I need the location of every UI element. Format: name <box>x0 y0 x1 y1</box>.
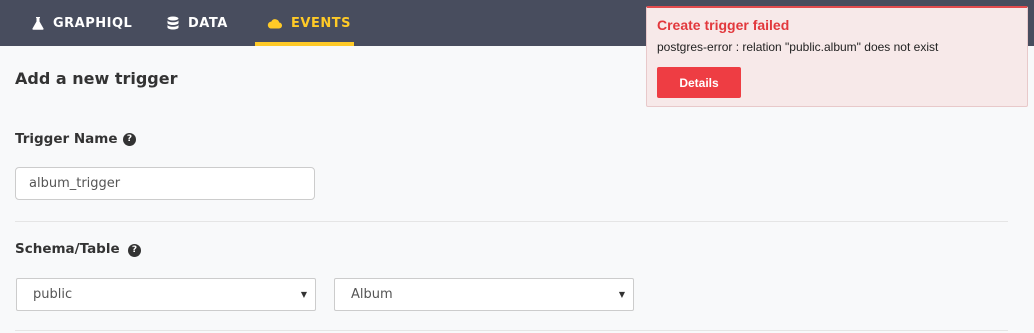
nav-tab-label: DATA <box>188 15 228 31</box>
nav-tab-events[interactable]: EVENTS <box>267 0 351 46</box>
nav-tab-label: GRAPHIQL <box>53 15 133 31</box>
page-title: Add a new trigger <box>15 69 178 88</box>
schema-select[interactable]: public ▼ <box>16 278 316 311</box>
section-divider <box>15 330 1008 331</box>
help-icon[interactable]: ? <box>128 244 141 257</box>
active-tab-indicator <box>255 42 354 46</box>
table-select[interactable]: Album ▼ <box>334 278 634 311</box>
nav-tab-graphiql[interactable]: GRAPHIQL <box>32 0 132 46</box>
flask-icon <box>32 16 44 30</box>
trigger-name-input[interactable] <box>15 167 315 200</box>
table-select-value: Album <box>351 287 393 302</box>
error-notification: Create trigger failed postgres-error : r… <box>646 6 1028 107</box>
schema-table-label: Schema/Table <box>15 241 120 257</box>
caret-down-icon: ▼ <box>300 290 307 299</box>
schema-select-value: public <box>33 287 73 302</box>
cloud-icon <box>267 18 282 29</box>
database-icon <box>167 16 179 30</box>
caret-down-icon: ▼ <box>618 290 625 299</box>
nav-tab-data[interactable]: DATA <box>167 0 228 46</box>
trigger-name-label: Trigger Name <box>15 131 118 147</box>
notification-title: Create trigger failed <box>657 17 790 33</box>
help-icon[interactable]: ? <box>123 133 136 146</box>
details-button[interactable]: Details <box>657 67 741 98</box>
section-divider <box>15 221 1008 222</box>
nav-tab-label: EVENTS <box>291 15 351 31</box>
notification-message: postgres-error : relation "public.album"… <box>657 40 939 54</box>
